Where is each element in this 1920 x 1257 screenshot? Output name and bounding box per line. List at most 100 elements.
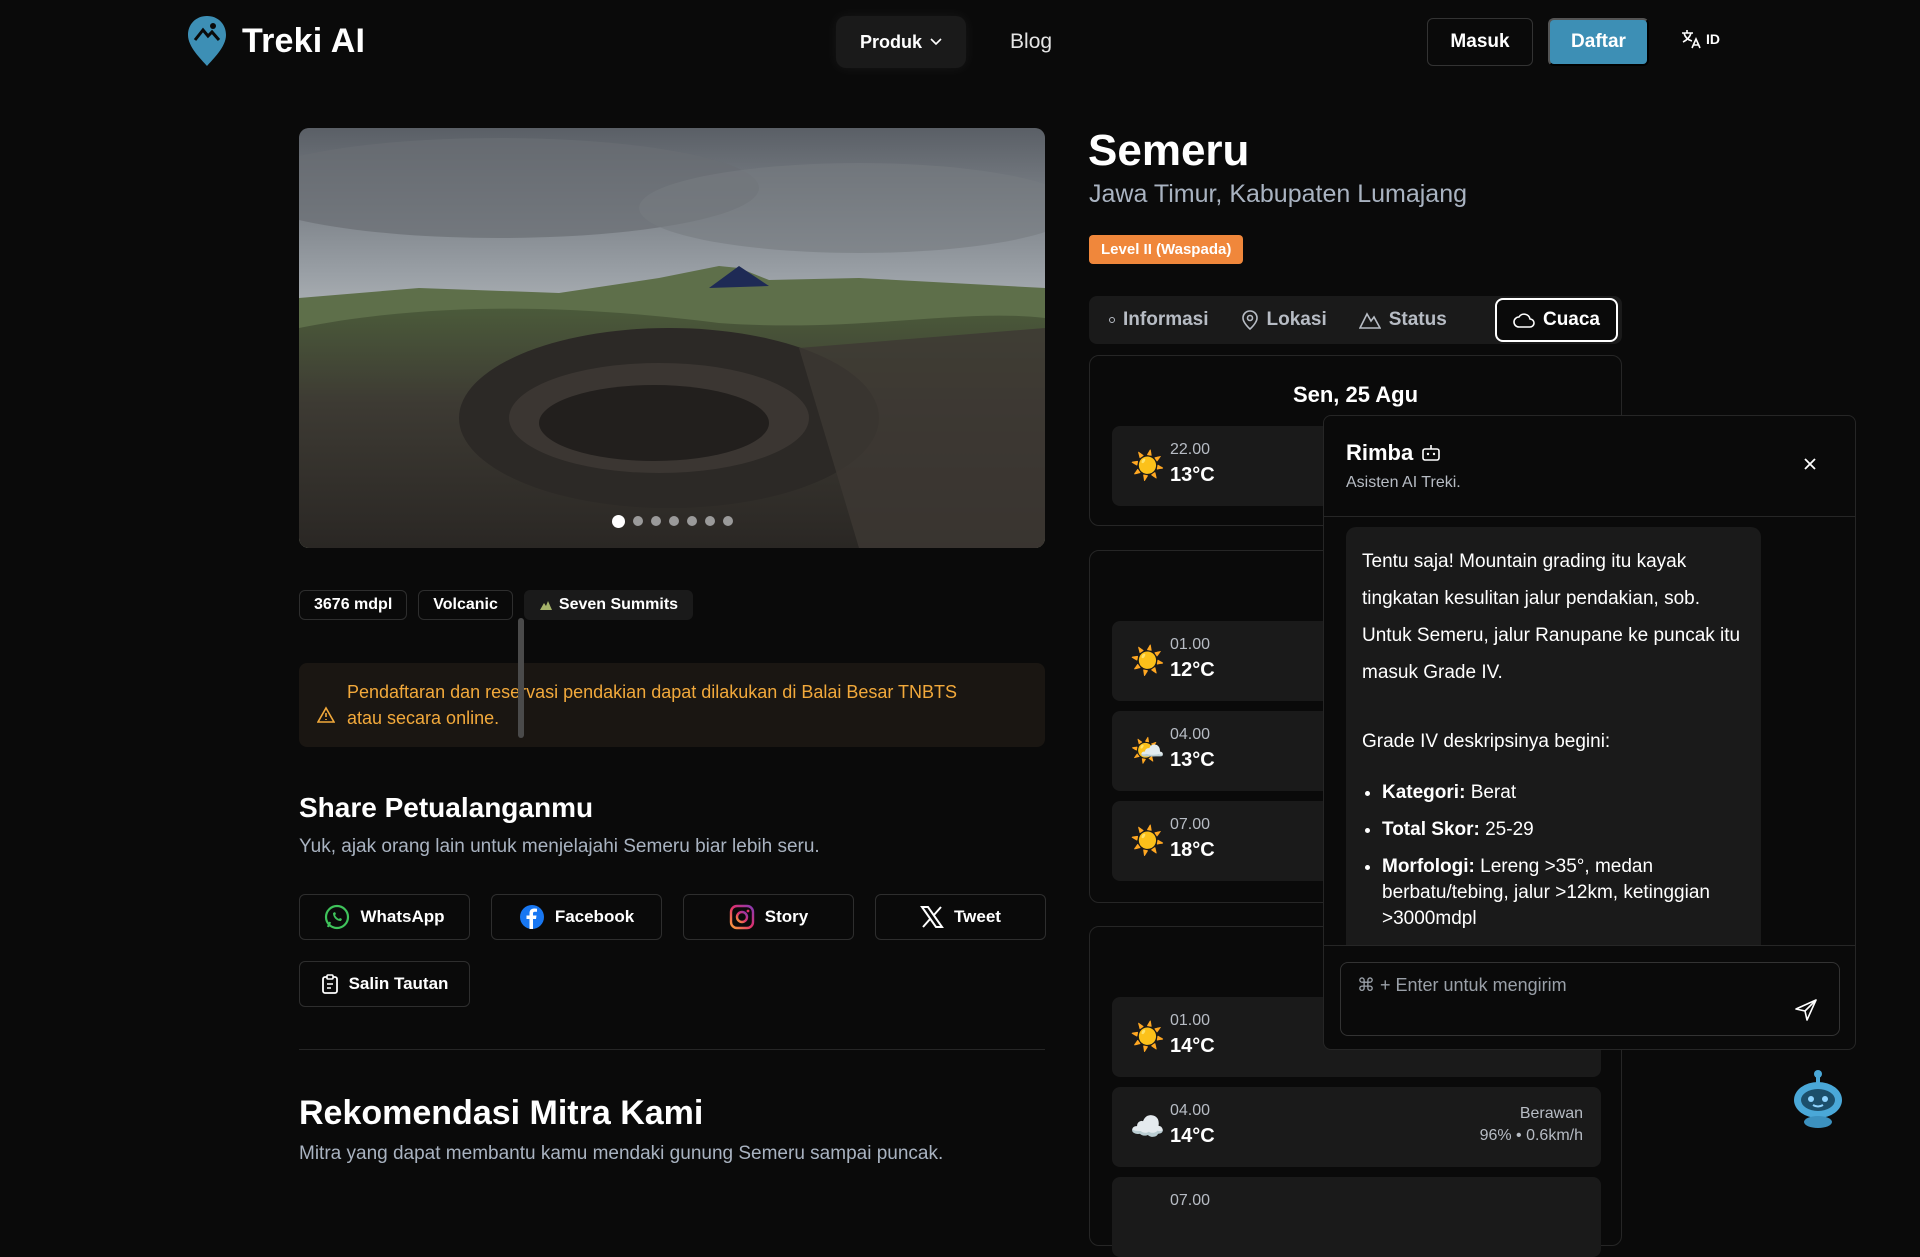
chat-messages[interactable]: Tentu saja! Mountain grading itu kayak t… — [1324, 517, 1855, 945]
mountain-photo-carousel[interactable] — [299, 128, 1045, 548]
tab-lokasi[interactable]: Lokasi — [1225, 298, 1343, 342]
chat-header: Rimba Asisten AI Treki. — [1324, 416, 1855, 517]
sun-behind-cloud-icon: 🌤️ — [1130, 735, 1165, 766]
info-tabs: Informasi Lokasi Status Cuaca — [1089, 296, 1622, 344]
x-logo-icon — [920, 906, 944, 928]
seven-summits-tag: Seven Summits — [523, 590, 694, 620]
weather-temp: 18°C — [1170, 839, 1215, 861]
list-item: Morfologi: Lereng >35°, medan berbatu/te… — [1382, 854, 1745, 932]
story-label: Story — [764, 907, 809, 926]
mountain-tags: 3676 mdpl Volcanic Seven Summits — [299, 590, 694, 620]
blog-link[interactable]: Blog — [1010, 30, 1052, 54]
type-tag: Volcanic — [418, 590, 513, 620]
share-title: Share Petualanganmu — [299, 792, 594, 823]
weather-time: 04.00 — [1170, 1102, 1211, 1119]
sun-icon: ☀️ — [1130, 645, 1165, 676]
close-icon[interactable] — [1800, 454, 1820, 474]
message-list: Kategori: Berat Total Skor: 25-29 Morfol… — [1362, 780, 1745, 932]
facebook-label: Facebook — [554, 907, 635, 926]
send-icon[interactable] — [1794, 998, 1818, 1022]
copy-link-button[interactable]: Salin Tautan — [299, 961, 470, 1007]
brand-name: Treki AI — [242, 21, 366, 60]
carousel-dot[interactable] — [704, 516, 715, 526]
mountain-outline-icon — [1358, 312, 1381, 329]
copy-link-label: Salin Tautan — [348, 974, 449, 993]
carousel-dot[interactable] — [650, 516, 661, 526]
alert-line-1: Pendaftaran dan reservasi pendakian dapa… — [347, 682, 958, 702]
tab-cuaca[interactable]: Cuaca — [1494, 298, 1618, 342]
cloud-icon: ☁️ — [1130, 1111, 1165, 1142]
item-value: 25-29 — [1485, 819, 1534, 840]
sun-icon: ☀️ — [1130, 450, 1165, 481]
weather-time: 01.00 — [1170, 1012, 1211, 1029]
chat-bot-launcher-icon[interactable] — [1789, 1068, 1847, 1128]
share-facebook-button[interactable]: Facebook — [491, 894, 662, 940]
carousel-dot[interactable] — [611, 515, 625, 528]
produk-menu-button[interactable]: Produk — [836, 16, 967, 68]
chevron-down-icon — [930, 38, 942, 46]
weather-day-title: Sen, 25 Agu — [1292, 382, 1419, 407]
warning-icon — [317, 706, 335, 723]
share-subtitle: Yuk, ajak orang lain untuk menjelajahi S… — [299, 836, 820, 857]
mountain-name: Semeru — [1088, 126, 1250, 175]
assistant-name-label: Rimba — [1346, 440, 1414, 465]
map-pin-icon — [1241, 310, 1258, 330]
weather-temp: 13°C — [1170, 464, 1215, 486]
alert-line-2: atau secara online. — [347, 708, 500, 728]
recommendation-subtitle: Mitra yang dapat membantu kamu mendaki g… — [299, 1143, 944, 1164]
chat-composer: ⌘ + Enter untuk mengirim — [1324, 945, 1855, 1049]
carousel-dot[interactable] — [632, 516, 643, 526]
weather-time: 04.00 — [1170, 726, 1211, 743]
section-divider — [299, 1049, 1045, 1050]
elevation-tag: 3676 mdpl — [299, 590, 408, 620]
weather-time: 01.00 — [1170, 636, 1211, 653]
weather-time: 07.00 — [1170, 1192, 1211, 1209]
weather-temp: 13°C — [1170, 749, 1215, 771]
register-button[interactable]: Daftar — [1548, 18, 1649, 66]
tab-status-label: Status — [1388, 309, 1447, 330]
language-switcher[interactable]: ID — [1680, 28, 1720, 50]
brand-logo[interactable]: Treki AI — [186, 14, 365, 68]
tab-cuaca-label: Cuaca — [1542, 309, 1600, 330]
chat-assistant-role: Asisten AI Treki. — [1346, 474, 1461, 491]
tab-informasi[interactable]: Informasi — [1093, 298, 1225, 342]
ai-chat-panel: Rimba Asisten AI Treki. Tentu saja! Moun… — [1323, 415, 1856, 1050]
logo-pin-icon — [188, 16, 226, 66]
weather-temp: 12°C — [1170, 659, 1215, 681]
message-paragraph: Grade IV deskripsinya begini: — [1362, 731, 1611, 752]
message-paragraph: Tentu saja! Mountain grading itu kayak t… — [1362, 551, 1741, 683]
sun-icon: ☀️ — [1130, 1021, 1165, 1052]
share-story-button[interactable]: Story — [683, 894, 854, 940]
item-label: Kategori: — [1382, 782, 1466, 803]
whatsapp-icon — [325, 904, 350, 930]
weather-detail: 96% • 0.6km/h — [1479, 1127, 1583, 1144]
tab-status[interactable]: Status — [1343, 298, 1463, 342]
produk-label: Produk — [860, 31, 923, 52]
carousel-dot[interactable] — [686, 516, 697, 526]
weather-temp: 14°C — [1170, 1035, 1215, 1057]
login-button[interactable]: Masuk — [1427, 18, 1533, 66]
carousel-dot[interactable] — [722, 516, 733, 526]
tweet-label: Tweet — [954, 907, 1001, 926]
chat-message-input[interactable]: ⌘ + Enter untuk mengirim — [1340, 962, 1840, 1036]
weather-condition: Berawan — [1519, 1105, 1583, 1122]
chat-scrollbar[interactable] — [518, 618, 524, 738]
registration-alert: Pendaftaran dan reservasi pendakian dapa… — [299, 663, 1045, 747]
chat-assistant-name: Rimba — [1346, 440, 1441, 466]
weather-time: 22.00 — [1170, 441, 1211, 458]
mountain-location: Jawa Timur, Kabupaten Lumajang — [1089, 180, 1468, 208]
list-item: Total Skor: 25-29 — [1382, 817, 1745, 843]
item-label: Total Skor: — [1382, 819, 1480, 840]
mountain-photo — [299, 128, 1045, 548]
translate-icon — [1682, 30, 1701, 49]
status-level-badge: Level II (Waspada) — [1089, 235, 1244, 264]
sun-icon: ☀️ — [1130, 825, 1165, 856]
carousel-dot[interactable] — [668, 516, 679, 526]
dot-icon — [1109, 317, 1115, 323]
seven-summits-label: Seven Summits — [558, 596, 679, 613]
share-whatsapp-button[interactable]: WhatsApp — [299, 894, 470, 940]
carousel-dots — [299, 515, 1045, 528]
assistant-message: Tentu saja! Mountain grading itu kayak t… — [1346, 527, 1761, 945]
tab-informasi-label: Informasi — [1123, 309, 1209, 330]
share-tweet-button[interactable]: Tweet — [875, 894, 1046, 940]
